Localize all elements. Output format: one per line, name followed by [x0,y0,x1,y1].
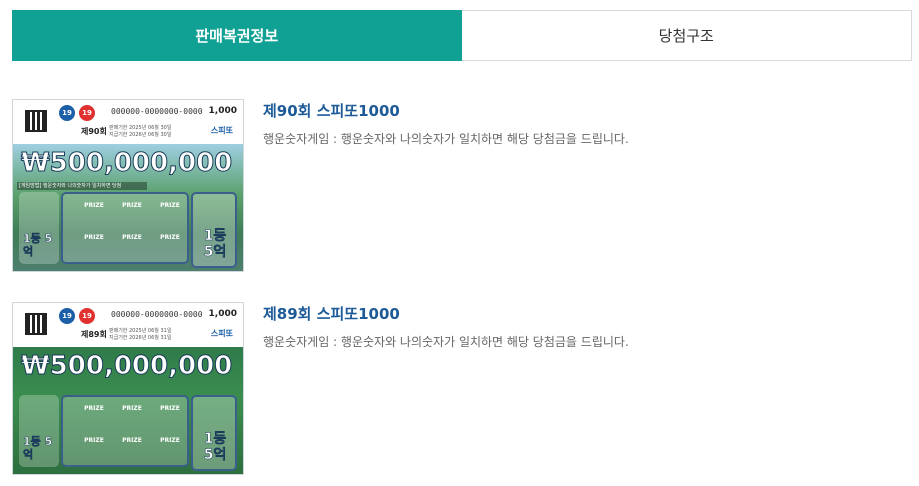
lottery-description: 행운숫자게임 : 행운숫자와 나의숫자가 일치하면 해당 당첨금을 드립니다. [263,132,629,146]
ticket-round: 제89회 [81,330,107,339]
ticket-scratch-panel: PRIZE PRIZE PRIZE PRIZE PRIZE PRIZE [61,192,189,264]
ticket-right-prize: 1등 5억 [203,228,227,261]
ticket-price: 1,000 [208,106,237,116]
ticket-serial: 000000-0000000-0000 [111,107,203,116]
ticket-amount: ₩500,000,000 [20,148,233,179]
prize-label: PRIZE [160,405,180,412]
ticket-top-prize-box: 1등 5억 [191,395,237,471]
ticket-image[interactable]: 19 19 000000-0000000-0000 1,000 제90회 판매기… [12,99,244,272]
tab-prize-structure[interactable]: 당첨구조 [461,10,912,61]
ticket-scratch-panel: PRIZE PRIZE PRIZE PRIZE PRIZE PRIZE [61,395,189,467]
qr-code-icon [25,110,47,132]
brand-logo: 스피또 [210,126,233,135]
ticket-serial: 000000-0000000-0000 [111,310,203,319]
ticket-lucky-number-box: 1등 5억 [19,395,59,467]
ticket-right-prize: 1등 5억 [203,431,227,464]
prize-label: PRIZE [84,405,104,412]
ticket-left-prize: 1등 5억 [23,232,53,259]
prize-label: PRIZE [160,202,180,209]
brand-logo: 스피또 [210,329,233,338]
ticket-round: 제90회 [81,127,107,136]
prize-label: PRIZE [122,405,142,412]
ticket-lucky-number-box: 1등 5억 [19,192,59,264]
age-badge-icon: 19 [59,105,75,121]
qr-code-icon [25,313,47,335]
lottery-title[interactable]: 제90회 스피또1000 [263,100,400,121]
ticket-image[interactable]: 19 19 000000-0000000-0000 1,000 제89회 판매기… [12,302,244,475]
tab-sales-info[interactable]: 판매복권정보 [12,10,462,61]
ticket-amount: ₩500,000,000 [20,351,233,382]
lottery-list-item: 19 19 000000-0000000-0000 1,000 제90회 판매기… [12,99,912,272]
ticket-game-instructions: [게임방법] 행운숫자와 나의숫자가 일치하면 당첨 [17,182,147,190]
ticket-left-prize: 1등 5억 [23,435,53,462]
lottery-list-item: 19 19 000000-0000000-0000 1,000 제89회 판매기… [12,302,912,475]
prize-label: PRIZE [160,234,180,241]
ticket-dates: 판매기한 2025년 06월 30일 지급기한 2026년 06월 30일 [109,125,172,138]
prize-label: PRIZE [84,202,104,209]
ticket-header: 19 19 000000-0000000-0000 1,000 제90회 판매기… [13,100,243,144]
ticket-price: 1,000 [208,309,237,319]
prize-label: PRIZE [122,234,142,241]
age-restriction-icon: 19 [79,105,95,121]
prize-label: PRIZE [84,437,104,444]
prize-label: PRIZE [160,437,180,444]
ticket-header: 19 19 000000-0000000-0000 1,000 제89회 판매기… [13,303,243,347]
lottery-title[interactable]: 제89회 스피또1000 [263,303,400,324]
tab-bar: 판매복권정보 당첨구조 [12,10,912,61]
prize-label: PRIZE [84,234,104,241]
age-restriction-icon: 19 [79,308,95,324]
age-badge-icon: 19 [59,308,75,324]
ticket-top-prize-box: 1등 5억 [191,192,237,268]
lottery-description: 행운숫자게임 : 행운숫자와 나의숫자가 일치하면 해당 당첨금을 드립니다. [263,335,629,349]
prize-label: PRIZE [122,202,142,209]
prize-label: PRIZE [122,437,142,444]
ticket-dates: 판매기한 2025년 06월 31일 지급기한 2026년 06월 31일 [109,328,172,341]
